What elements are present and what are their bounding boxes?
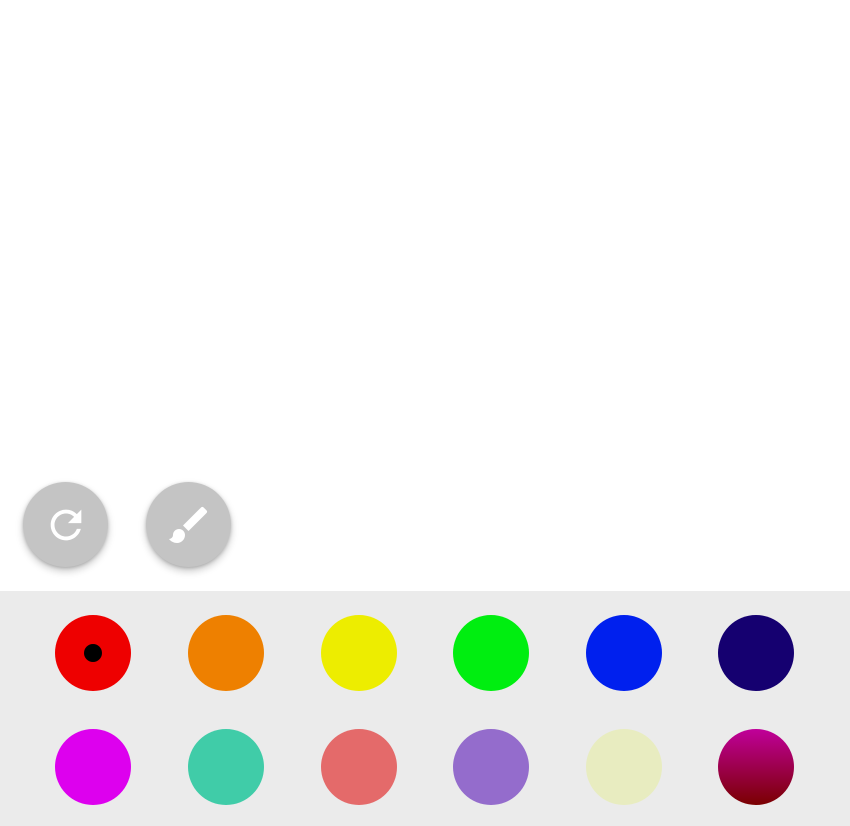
color-swatch-9[interactable] — [321, 729, 397, 805]
color-swatch-4[interactable] — [453, 615, 529, 691]
drawing-canvas[interactable] — [0, 0, 850, 591]
brush-icon — [168, 506, 207, 543]
refresh-icon — [50, 509, 81, 540]
color-swatch-1[interactable] — [55, 615, 131, 691]
brush-button[interactable] — [146, 482, 231, 567]
color-swatch-3[interactable] — [321, 615, 397, 691]
color-swatch-12[interactable] — [718, 729, 794, 805]
color-swatch-11[interactable] — [586, 729, 662, 805]
color-swatch-10[interactable] — [453, 729, 529, 805]
color-swatch-2[interactable] — [188, 615, 264, 691]
color-swatch-7[interactable] — [55, 729, 131, 805]
color-palette — [0, 591, 850, 826]
color-swatch-5[interactable] — [586, 615, 662, 691]
reset-button[interactable] — [23, 482, 108, 567]
color-swatch-8[interactable] — [188, 729, 264, 805]
paint-app — [0, 0, 850, 826]
selected-indicator — [84, 644, 102, 662]
color-swatch-6[interactable] — [718, 615, 794, 691]
